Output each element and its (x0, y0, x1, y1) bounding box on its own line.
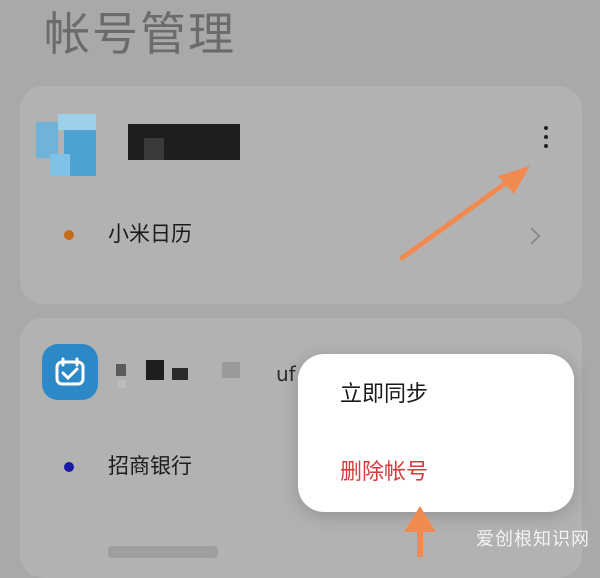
arrow-to-more-icon (399, 166, 530, 261)
arrow-to-delete-item (404, 506, 436, 557)
watermark: 爱创根知识网 (476, 529, 590, 550)
annotation-arrows (399, 166, 530, 557)
